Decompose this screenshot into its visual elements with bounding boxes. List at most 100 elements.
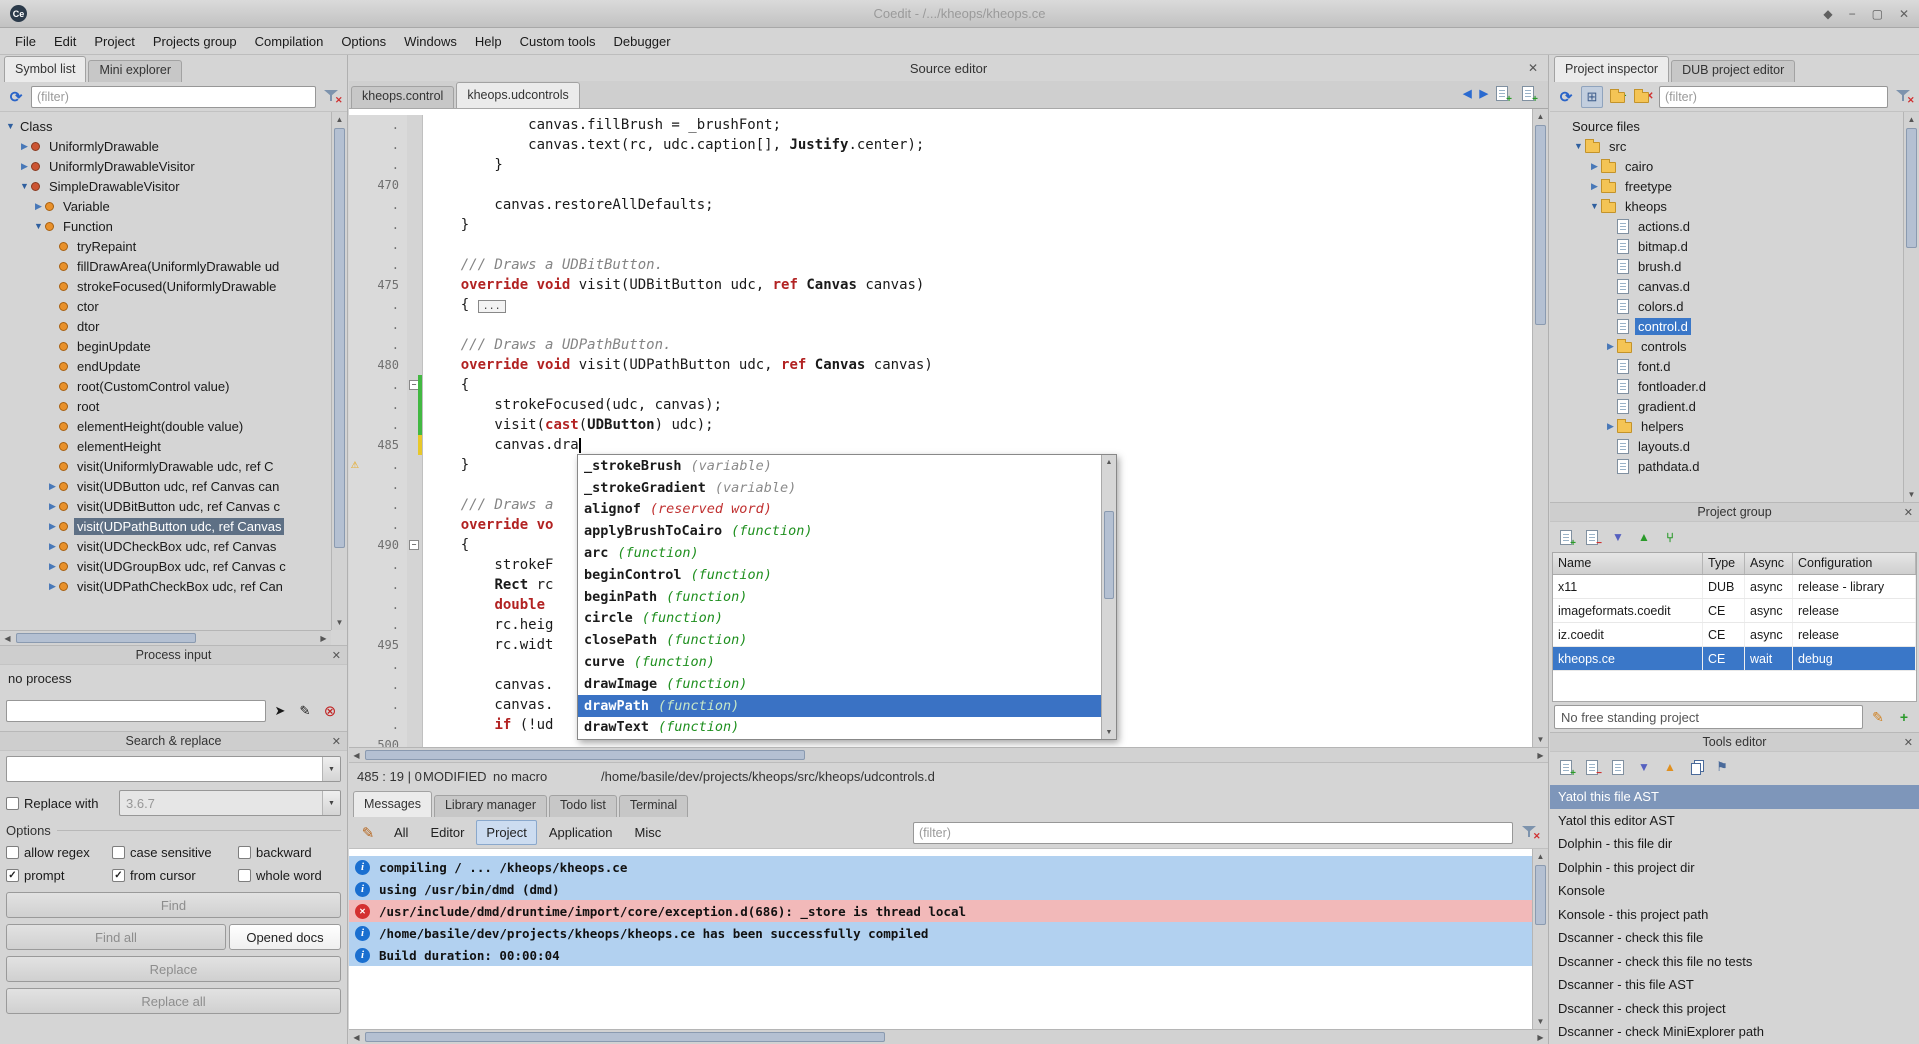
code-line[interactable]: . canvas.fillBrush = _brushFont; — [349, 115, 1532, 135]
project-row[interactable]: x11DUBasyncrelease - library — [1553, 575, 1916, 599]
filter-clear-icon[interactable]: ✕ — [1892, 86, 1914, 108]
add-folder-icon[interactable]: + — [1607, 86, 1629, 108]
checkbox-case-sensitive[interactable]: case sensitive — [112, 845, 238, 860]
pin-window-icon[interactable]: ◆ — [1823, 7, 1832, 21]
code-line[interactable]: . visit(cast(UDButton) udc); — [349, 415, 1532, 435]
refresh-symbols-icon[interactable]: ⟳ — [5, 86, 27, 108]
send-icon[interactable]: ➤ — [269, 700, 291, 722]
close-icon[interactable]: ✕ — [1904, 736, 1913, 749]
editor-tab-kheops-udcontrols[interactable]: kheops.udcontrols — [456, 82, 579, 108]
symbol-tree-item[interactable]: ▶visit(UDBitButton udc, ref Canvas c — [0, 496, 330, 516]
code-line[interactable]: . — [349, 235, 1532, 255]
symbol-tree-item[interactable]: ▶UniformlyDrawableVisitor — [0, 156, 330, 176]
async-mode-icon[interactable]: ⑂ — [1659, 526, 1681, 548]
project-row[interactable]: iz.coeditCEasyncrelease — [1553, 623, 1916, 647]
menu-item-project[interactable]: Project — [85, 30, 143, 53]
checkbox-box[interactable] — [238, 869, 251, 882]
cancel-icon[interactable]: ⊗ — [319, 700, 341, 722]
file-tree-item[interactable]: Source files — [1550, 116, 1902, 136]
close-icon[interactable]: ✕ — [1904, 506, 1913, 519]
close-icon[interactable]: ✕ — [332, 649, 341, 662]
completion-item[interactable]: curve(function) — [578, 651, 1101, 673]
symbol-tree-hscrollbar[interactable]: ◀ ▶ — [0, 630, 331, 645]
symbol-tree-vscrollbar[interactable]: ▲ ▼ — [331, 112, 347, 630]
code-line[interactable]: 480 override void visit(UDPathButton udc… — [349, 355, 1532, 375]
tool-item[interactable]: Dscanner - this file AST — [1550, 973, 1919, 997]
scroll-down-icon[interactable]: ▼ — [332, 615, 347, 630]
symbol-tree-item[interactable]: dtor — [0, 316, 330, 336]
tool-item[interactable]: Konsole - this project path — [1550, 903, 1919, 927]
tab-project-inspector[interactable]: Project inspector — [1554, 56, 1669, 82]
completion-item[interactable]: circle(function) — [578, 608, 1101, 630]
filter-button-all[interactable]: All — [384, 820, 418, 845]
tab-dub-project-editor[interactable]: DUB project editor — [1671, 60, 1795, 82]
tab-mini-explorer[interactable]: Mini explorer — [88, 60, 182, 82]
filter-clear-icon[interactable]: ✕ — [320, 86, 342, 108]
file-tree-item[interactable]: gradient.d — [1550, 396, 1902, 416]
file-tree-item[interactable]: pathdata.d — [1550, 456, 1902, 476]
filter-button-editor[interactable]: Editor — [420, 820, 474, 845]
copy-tool-icon[interactable] — [1685, 756, 1707, 778]
editor-tab-kheops-control[interactable]: kheops.control — [351, 86, 454, 108]
expand-arrow-icon[interactable]: ▶ — [46, 561, 59, 572]
minimize-icon[interactable]: − — [1849, 7, 1856, 21]
checkbox-prompt[interactable]: ✓prompt — [6, 868, 112, 883]
code-line[interactable]: . canvas.restoreAllDefaults; — [349, 195, 1532, 215]
file-tree-item[interactable]: brush.d — [1550, 256, 1902, 276]
code-line[interactable]: 470 — [349, 175, 1532, 195]
scroll-right-icon[interactable]: ▶ — [1533, 1030, 1548, 1044]
tool-item[interactable]: Yatol this editor AST — [1550, 809, 1919, 833]
completion-item[interactable]: beginControl(function) — [578, 564, 1101, 586]
checkbox-whole-word[interactable]: whole word — [238, 868, 341, 883]
scrollbar-thumb[interactable] — [16, 633, 196, 643]
code-line[interactable]: .− { — [349, 375, 1532, 395]
file-tree-item[interactable]: colors.d — [1550, 296, 1902, 316]
checkbox-box[interactable] — [6, 846, 19, 859]
maximize-icon[interactable]: ▢ — [1872, 7, 1883, 21]
scroll-up-icon[interactable]: ▲ — [1533, 109, 1548, 124]
scroll-right-icon[interactable]: ▶ — [1533, 748, 1548, 762]
menu-item-custom-tools[interactable]: Custom tools — [511, 30, 605, 53]
column-header-async[interactable]: Async — [1745, 553, 1793, 574]
find-all-button[interactable]: Find all — [6, 924, 226, 950]
new-document-icon[interactable]: + — [1496, 86, 1508, 101]
checkbox-backward[interactable]: backward — [238, 845, 341, 860]
replace-combo[interactable]: 3.6.7 ▼ — [119, 790, 341, 816]
column-header-configuration[interactable]: Configuration — [1793, 553, 1916, 574]
remove-tool-icon[interactable]: − — [1581, 756, 1603, 778]
messages-hscrollbar[interactable]: ◀ ▶ — [349, 1029, 1548, 1044]
file-tree-item[interactable]: layouts.d — [1550, 436, 1902, 456]
symbol-tree-item[interactable]: elementHeight(double value) — [0, 416, 330, 436]
menu-item-file[interactable]: File — [6, 30, 45, 53]
add-project-icon[interactable]: + — [1555, 526, 1577, 548]
scroll-up-icon[interactable]: ▲ — [1904, 112, 1919, 127]
expand-arrow-icon[interactable]: ▶ — [46, 501, 59, 512]
symbol-tree-item[interactable]: ▶visit(UDGroupBox udc, ref Canvas c — [0, 556, 330, 576]
collapse-arrow-icon[interactable]: ▼ — [1588, 201, 1601, 211]
file-tree-item[interactable]: ▶cairo — [1550, 156, 1902, 176]
symbol-tree-item[interactable]: root(CustomControl value) — [0, 376, 330, 396]
replace-all-button[interactable]: Replace all — [6, 988, 341, 1014]
code-line[interactable]: 485 canvas.dra — [349, 435, 1532, 455]
scroll-up-icon[interactable]: ▲ — [332, 112, 347, 127]
scroll-left-icon[interactable]: ◀ — [349, 748, 364, 762]
previous-document-icon[interactable]: ◀ — [1463, 87, 1471, 100]
scrollbar-thumb[interactable] — [365, 1032, 885, 1042]
expand-arrow-icon[interactable]: ▶ — [46, 481, 59, 492]
edit-icon[interactable]: ✎ — [294, 700, 316, 722]
scroll-down-icon[interactable]: ▼ — [1102, 725, 1116, 739]
message-row[interactable]: iBuild duration: 00:00:04 — [349, 944, 1532, 966]
message-row[interactable]: i/home/basile/dev/projects/kheops/kheops… — [349, 922, 1532, 944]
file-tree-item[interactable]: ▶controls — [1550, 336, 1902, 356]
move-down-icon[interactable]: ▼ — [1607, 526, 1629, 548]
clone-tool-icon[interactable] — [1607, 756, 1629, 778]
tool-item[interactable]: Dscanner - check this file no tests — [1550, 950, 1919, 974]
symbol-tree-item[interactable]: ▼SimpleDrawableVisitor — [0, 176, 330, 196]
filter-button-project[interactable]: Project — [476, 820, 536, 845]
move-tool-down-icon[interactable]: ▼ — [1633, 756, 1655, 778]
messages-filter-input[interactable] — [913, 822, 1513, 844]
message-row[interactable]: icompiling / ... /kheops/kheops.ce — [349, 856, 1532, 878]
menu-item-edit[interactable]: Edit — [45, 30, 85, 53]
symbol-tree-item[interactable]: fillDrawArea(UniformlyDrawable ud — [0, 256, 330, 276]
pin-tool-icon[interactable]: ⚑ — [1711, 756, 1733, 778]
